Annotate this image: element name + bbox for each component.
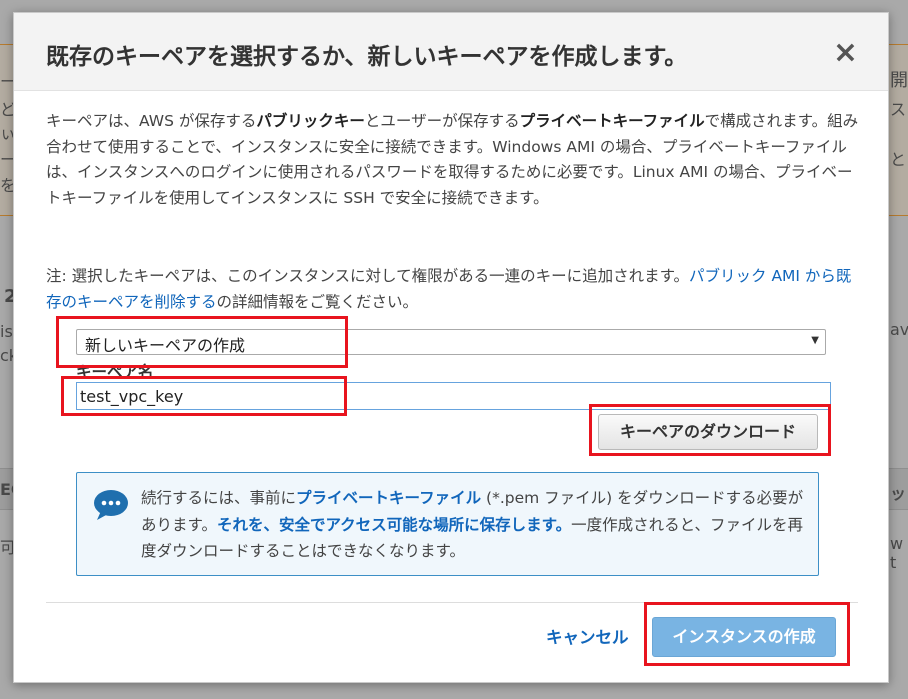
- background-text: w t: [890, 534, 904, 572]
- chevron-down-icon: ▼: [811, 335, 819, 346]
- info-emphasis: それを、安全でアクセス可能な場所に保存します。: [216, 515, 572, 534]
- background-text: 開: [890, 70, 908, 91]
- note-text: 注: 選択したキーペアは、このインスタンスに対して権限がある一連のキーに追加され…: [46, 267, 690, 285]
- keypair-description: キーペアは、AWS が保存するパブリックキーとユーザーが保存するプライベートキー…: [46, 109, 864, 211]
- info-message: 続行するには、事前にプライベートキーファイル (*.pem ファイル) をダウン…: [141, 485, 813, 565]
- background-text: is: [0, 322, 13, 341]
- description-text: とユーザーが保存する: [364, 112, 520, 130]
- description-text: キーペアは、AWS が保存する: [46, 112, 257, 130]
- keypair-note: 注: 選択したキーペアは、このインスタンスに対して権限がある一連のキーに追加され…: [46, 264, 864, 315]
- background-text: ッ: [890, 484, 907, 503]
- description-emphasis: パブリックキー: [256, 112, 365, 130]
- dialog-header: 既存のキーペアを選択するか、新しいキーペアを作成します。 ×: [14, 13, 888, 91]
- annotation-box-select: [56, 316, 348, 368]
- background-text: ス: [890, 100, 907, 119]
- info-alert: 続行するには、事前にプライベートキーファイル (*.pem ファイル) をダウン…: [76, 472, 819, 576]
- close-icon[interactable]: ×: [833, 38, 858, 68]
- annotation-box-download: [589, 404, 831, 456]
- cancel-button[interactable]: キャンセル: [546, 624, 629, 648]
- background-text: ava: [890, 320, 908, 339]
- info-emphasis: プライベートキーファイル: [296, 489, 482, 507]
- info-text: 続行するには、事前に: [141, 489, 297, 507]
- annotation-box-name: [61, 376, 347, 416]
- note-text: の詳細情報をご覧ください。: [216, 292, 419, 311]
- dialog-title: 既存のキーペアを選択するか、新しいキーペアを作成します。: [46, 44, 688, 70]
- annotation-box-create: [644, 602, 850, 666]
- chat-bubble-icon: [94, 490, 128, 520]
- description-emphasis: プライベートキーファイル: [519, 112, 705, 130]
- background-text: と: [890, 150, 907, 169]
